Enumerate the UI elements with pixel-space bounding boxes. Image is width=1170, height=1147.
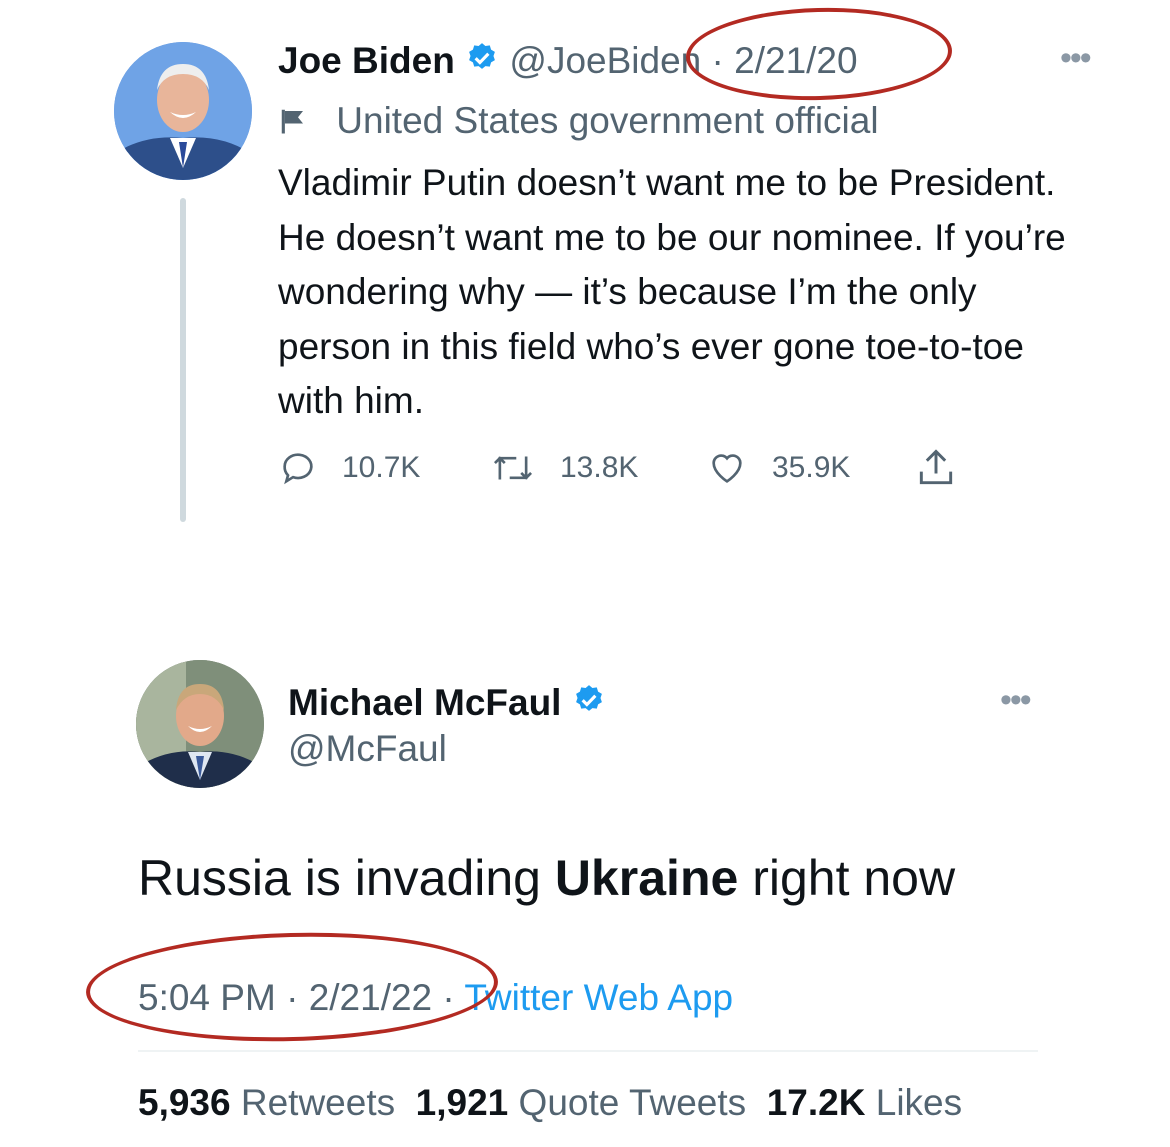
quotes-count: 1,921: [415, 1082, 509, 1123]
retweets-label: Retweets: [240, 1082, 396, 1123]
share-button[interactable]: [914, 445, 982, 491]
like-count: 35.9K: [772, 451, 851, 484]
tweet2-text-bold: Ukraine: [554, 850, 739, 906]
retweets-stat[interactable]: 5,936 Retweets: [138, 1082, 395, 1123]
verified-badge-icon: [572, 682, 606, 728]
likes-count: 17.2K: [766, 1082, 866, 1123]
tweet2-author: Michael McFaul: [288, 680, 606, 728]
tweet1-author-name[interactable]: Joe Biden: [278, 40, 455, 81]
verified-badge-icon: [465, 40, 499, 86]
reply-button[interactable]: 10.7K: [278, 445, 420, 491]
divider: [138, 1050, 1038, 1052]
quotes-stat[interactable]: 1,921 Quote Tweets: [416, 1082, 747, 1123]
like-button[interactable]: 35.9K: [706, 445, 850, 491]
account-label-text: United States government official: [336, 100, 879, 141]
reply-count: 10.7K: [342, 451, 421, 484]
retweets-count: 5,936: [138, 1082, 231, 1123]
tweet2-text-before: Russia is invading: [138, 850, 555, 906]
tweet2-stats: 5,936 Retweets 1,921 Quote Tweets 17.2K …: [138, 1080, 962, 1126]
avatar-michael-mcfaul[interactable]: [136, 660, 264, 788]
share-icon: [919, 449, 953, 485]
likes-label: Likes: [875, 1082, 963, 1123]
tweet2-source-link[interactable]: Twitter Web App: [464, 977, 733, 1018]
likes-stat[interactable]: 17.2K Likes: [767, 1082, 962, 1123]
tweet1-actions: 10.7K 13.8K 35.9K: [278, 445, 998, 491]
retweet-count: 13.8K: [560, 451, 639, 484]
thread-line: [180, 198, 186, 522]
tweet1-handle[interactable]: @JoeBiden: [509, 40, 701, 81]
quotes-label: Quote Tweets: [518, 1082, 747, 1123]
reply-icon: [283, 453, 313, 485]
more-icon[interactable]: •••: [1000, 683, 1032, 717]
flag-icon: [278, 101, 308, 147]
avatar-photo: [114, 42, 252, 180]
retweet-button[interactable]: 13.8K: [490, 445, 638, 491]
tweet2-handle[interactable]: @McFaul: [288, 726, 447, 772]
avatar-joe-biden[interactable]: [114, 42, 252, 180]
tweet1-text: Vladimir Putin doesn’t want me to be Pre…: [278, 162, 1066, 421]
tweet2-text-after: right now: [738, 850, 956, 906]
tweet2-author-name[interactable]: Michael McFaul: [288, 682, 561, 723]
annotation-ellipse-timestamp: [84, 927, 500, 1047]
account-label: United States government official: [278, 98, 879, 147]
retweet-icon: [493, 456, 533, 480]
tweet2-text: Russia is invading Ukraine right now: [138, 846, 955, 910]
annotation-ellipse-date: [684, 4, 954, 104]
more-icon[interactable]: •••: [1060, 41, 1092, 75]
avatar-photo: [136, 660, 264, 788]
like-icon: [712, 454, 742, 483]
